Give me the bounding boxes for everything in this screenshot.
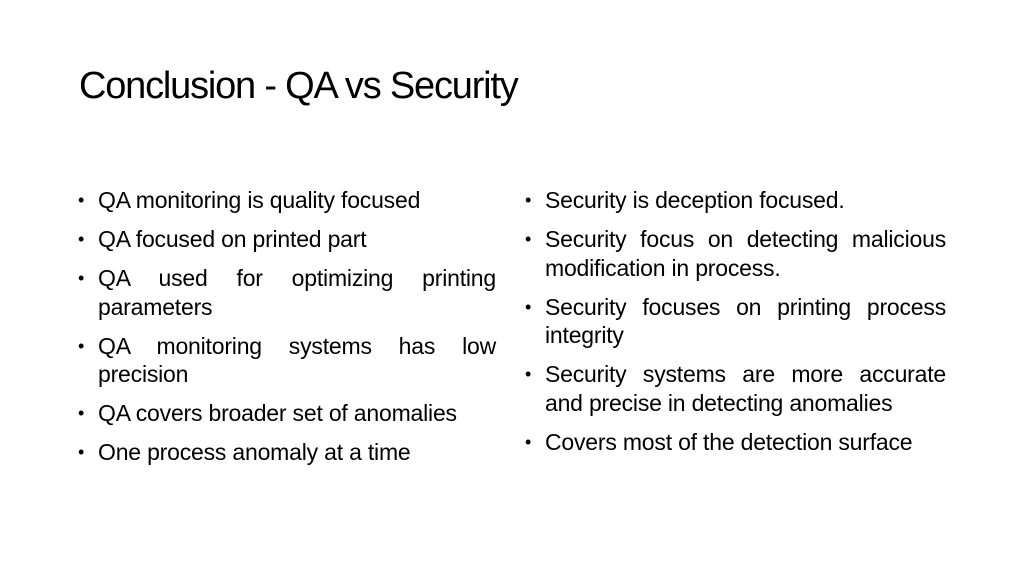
qa-bullet-text: QA monitoring systems has low precision	[98, 332, 496, 388]
qa-bullet-text: QA covers broader set of anomalies	[98, 400, 457, 426]
security-bullet-item: • Security is deception focused.	[523, 186, 946, 215]
security-bullet-item: • Security systems are more accurate and…	[523, 360, 946, 417]
bullet-icon: •	[78, 403, 85, 423]
bullet-icon: •	[78, 335, 85, 356]
qa-bullet-item: • One process anomaly at a time	[76, 438, 496, 467]
qa-bullet-item: • QA covers broader set of anomalies	[76, 399, 496, 428]
qa-bullet-text: QA focused on printed part	[98, 226, 367, 252]
security-bullet-item: • Covers most of the detection surface	[523, 428, 946, 457]
slide-title: Conclusion - QA vs Security	[79, 65, 519, 107]
qa-bullet-text: QA monitoring is quality focused	[98, 187, 421, 213]
qa-bullet-list: • QA monitoring is quality focused • QA …	[76, 186, 496, 477]
qa-bullet-text: QA used for optimizing printing paramete…	[98, 265, 496, 320]
bullet-icon: •	[525, 190, 532, 210]
security-bullet-item: • Security focus on detecting malicious …	[523, 225, 946, 282]
security-bullet-item: • Security focuses on printing process i…	[523, 293, 946, 350]
qa-bullet-item: • QA monitoring is quality focused	[76, 186, 496, 215]
bullet-icon: •	[78, 229, 85, 249]
qa-bullet-item: • QA focused on printed part	[76, 225, 496, 254]
security-bullet-text: Security is deception focused.	[545, 187, 845, 213]
security-bullet-text: Covers most of the detection surface	[545, 428, 913, 455]
bullet-icon: •	[78, 190, 85, 210]
qa-bullet-item: • QA used for optimizing printing parame…	[76, 264, 496, 321]
bullet-icon: •	[78, 268, 85, 288]
bullet-icon: •	[525, 364, 532, 384]
qa-bullet-item: • QA monitoring systems has low precisio…	[76, 332, 496, 389]
bullet-icon: •	[78, 442, 85, 462]
security-bullet-text: Security focuses on printing process int…	[545, 293, 946, 349]
bullet-icon: •	[525, 296, 532, 317]
security-bullet-text: Security focus on detecting malicious mo…	[545, 226, 946, 281]
security-bullet-list: • Security is deception focused. • Secur…	[523, 186, 946, 467]
qa-bullet-text: One process anomaly at a time	[98, 439, 411, 465]
bullet-icon: •	[525, 431, 532, 452]
bullet-icon: •	[525, 229, 532, 249]
security-bullet-text: Security systems are more accurate and p…	[545, 361, 946, 416]
